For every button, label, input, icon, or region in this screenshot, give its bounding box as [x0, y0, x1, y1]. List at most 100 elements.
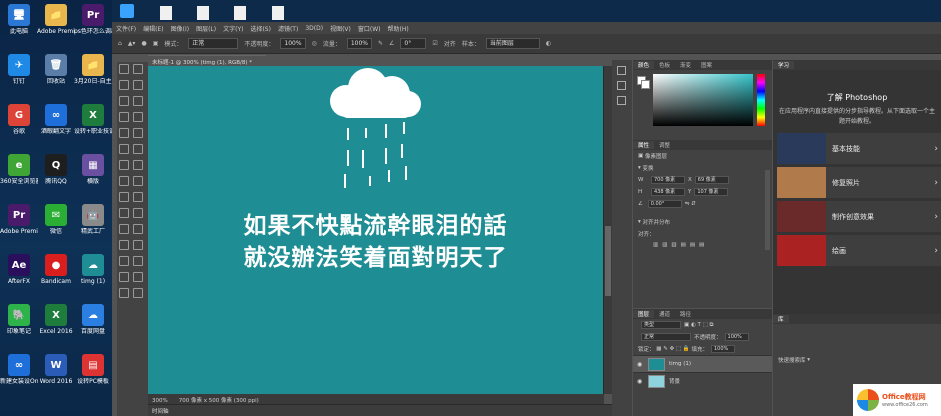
panel-tab[interactable]: 路径: [675, 310, 696, 318]
photoshop-icon[interactable]: [120, 4, 134, 18]
tool-icon[interactable]: [133, 208, 143, 218]
opacity-field[interactable]: 100%: [280, 38, 306, 49]
menu-item[interactable]: 帮助(H): [388, 24, 409, 33]
tool-icon[interactable]: [133, 272, 143, 282]
file-icon[interactable]: [272, 6, 284, 20]
tool-icon[interactable]: [133, 64, 143, 74]
desktop-icon[interactable]: ✈ 钉钉: [0, 54, 38, 98]
lesson-item[interactable]: 绘画 ›: [777, 235, 941, 266]
background-swatch[interactable]: [641, 80, 650, 89]
tool-icon[interactable]: [119, 208, 129, 218]
tool-icon[interactable]: [133, 224, 143, 234]
tool-icon[interactable]: [133, 112, 143, 122]
layer-row[interactable]: ◉ 背景: [633, 372, 772, 389]
tool-icon[interactable]: [133, 256, 143, 266]
tool-icon[interactable]: [119, 240, 129, 250]
tool-icon[interactable]: [133, 96, 143, 106]
desktop-icon[interactable]: Pr Adobe Premie...: [0, 204, 38, 248]
timeline-tab[interactable]: 时间轴: [148, 404, 614, 416]
ignore-adjust-icon[interactable]: ◐: [546, 40, 551, 47]
tool-icon[interactable]: [119, 64, 129, 74]
lesson-item[interactable]: 修复照片 ›: [777, 167, 941, 198]
color-picker-field[interactable]: [653, 74, 753, 126]
desktop-icon[interactable]: Pr ps色环怎么调出来2: [74, 4, 112, 48]
menu-item[interactable]: 视图(V): [330, 24, 351, 33]
desktop-icon[interactable]: ● Bandicam: [37, 254, 75, 298]
y-field[interactable]: 107 像素: [694, 188, 729, 196]
desktop-icon[interactable]: ✉ 微信: [37, 204, 75, 248]
desktop-icon[interactable]: ▤ 设转PC模板: [74, 354, 112, 398]
panel-tab[interactable]: 图层: [633, 310, 655, 318]
flow-field[interactable]: 100%: [346, 38, 372, 49]
desktop-icon[interactable]: ☁ timg (1): [74, 254, 112, 298]
panel-tab[interactable]: 通道: [654, 310, 675, 318]
desktop-icon[interactable]: ▦ 横版: [74, 154, 112, 198]
panel-tab[interactable]: 调整: [654, 141, 675, 149]
tool-icon[interactable]: [119, 96, 129, 106]
tool-icon[interactable]: [119, 192, 129, 202]
chevron-down-icon[interactable]: ▾: [806, 357, 810, 363]
desktop-icon[interactable]: 🗑 回收站: [37, 54, 75, 98]
paragraph-icon[interactable]: [617, 96, 626, 105]
layer-opacity-field[interactable]: 100%: [724, 333, 749, 341]
align-bottom-icon[interactable]: ▤: [699, 242, 704, 248]
desktop-icon[interactable]: ∞ 新建女装设Online: [0, 354, 38, 398]
align-left-icon[interactable]: ▥: [653, 242, 658, 248]
align-checkbox[interactable]: ☑: [432, 40, 437, 47]
align-middle-icon[interactable]: ▤: [690, 242, 695, 248]
layer-filter-select[interactable]: 类型: [641, 321, 681, 329]
desktop-icon[interactable]: 🐘 印象笔记: [0, 304, 38, 348]
align-right-icon[interactable]: ▥: [671, 242, 676, 248]
brush-panel-icon[interactable]: ▣: [153, 40, 159, 47]
desktop-icon[interactable]: X Excel 2016: [37, 304, 75, 348]
tool-icon[interactable]: [133, 144, 143, 154]
blend-mode-select[interactable]: 正常: [641, 333, 691, 341]
menu-item[interactable]: 滤镜(T): [278, 24, 298, 33]
brush-size-icon[interactable]: ●: [141, 40, 146, 47]
panel-tab[interactable]: 属性: [633, 141, 655, 149]
tool-icon[interactable]: [133, 240, 143, 250]
desktop-icon[interactable]: X 设转+职业技训+第4批...: [74, 104, 112, 148]
layer-row[interactable]: ◉ timg (1): [633, 355, 772, 372]
angle-field[interactable]: 0°: [400, 38, 427, 49]
desktop-icon[interactable]: 📁 Adobe Premier...: [37, 4, 75, 48]
desktop-icon[interactable]: ∞ 酒眼翻文字: [37, 104, 75, 148]
width-field[interactable]: 700 像素: [651, 176, 685, 184]
desktop-icon[interactable]: W Word 2016: [37, 354, 75, 398]
stamp-tool-icon[interactable]: ▲▾: [128, 40, 136, 47]
height-field[interactable]: 438 像素: [651, 188, 685, 196]
desktop-icon[interactable]: Q 腾讯QQ: [37, 154, 75, 198]
lock-icons[interactable]: ▦ ✎ ✥ ⬚ 🔒: [655, 346, 692, 352]
visibility-eye-icon[interactable]: ◉: [637, 378, 644, 385]
mode-select[interactable]: 正常: [188, 38, 239, 49]
visibility-eye-icon[interactable]: ◉: [637, 361, 644, 368]
tool-icon[interactable]: [133, 128, 143, 138]
tool-icon[interactable]: [133, 288, 143, 298]
vertical-scrollbar[interactable]: [604, 66, 612, 394]
menu-item[interactable]: 文件(F): [116, 24, 136, 33]
menu-item[interactable]: 3D(D): [305, 25, 323, 32]
fill-field[interactable]: 100%: [710, 345, 735, 353]
align-top-icon[interactable]: ▤: [681, 242, 686, 248]
panel-tab[interactable]: 渐变: [675, 61, 696, 69]
tool-icon[interactable]: [119, 160, 129, 170]
panel-tab[interactable]: 颜色: [633, 61, 655, 69]
library-search[interactable]: 快速搜索库: [778, 356, 806, 364]
x-field[interactable]: 69 像素: [694, 176, 729, 184]
document-tab[interactable]: 未标题-1 @ 300% (timg (1), RGB/8) *: [148, 55, 266, 66]
character-icon[interactable]: [617, 81, 626, 90]
flip-icons[interactable]: ⇋ ⇵: [685, 201, 696, 207]
desktop-icon[interactable]: ☁ 百度网盘: [74, 304, 112, 348]
history-icon[interactable]: [617, 66, 626, 75]
tool-icon[interactable]: [119, 288, 129, 298]
tool-icon[interactable]: [119, 128, 129, 138]
desktop-icon[interactable]: 🖥 此电脑: [0, 4, 38, 48]
tool-icon[interactable]: [119, 256, 129, 266]
pressure-icon[interactable]: ◎: [312, 40, 317, 47]
sample-select[interactable]: 当前图层: [485, 38, 540, 49]
tool-icon[interactable]: [119, 80, 129, 90]
file-icon[interactable]: [160, 6, 172, 20]
desktop-icon[interactable]: 📁 3月20日-自主词包第7...: [74, 54, 112, 98]
file-icon[interactable]: [234, 6, 246, 20]
tool-icon[interactable]: [119, 176, 129, 186]
